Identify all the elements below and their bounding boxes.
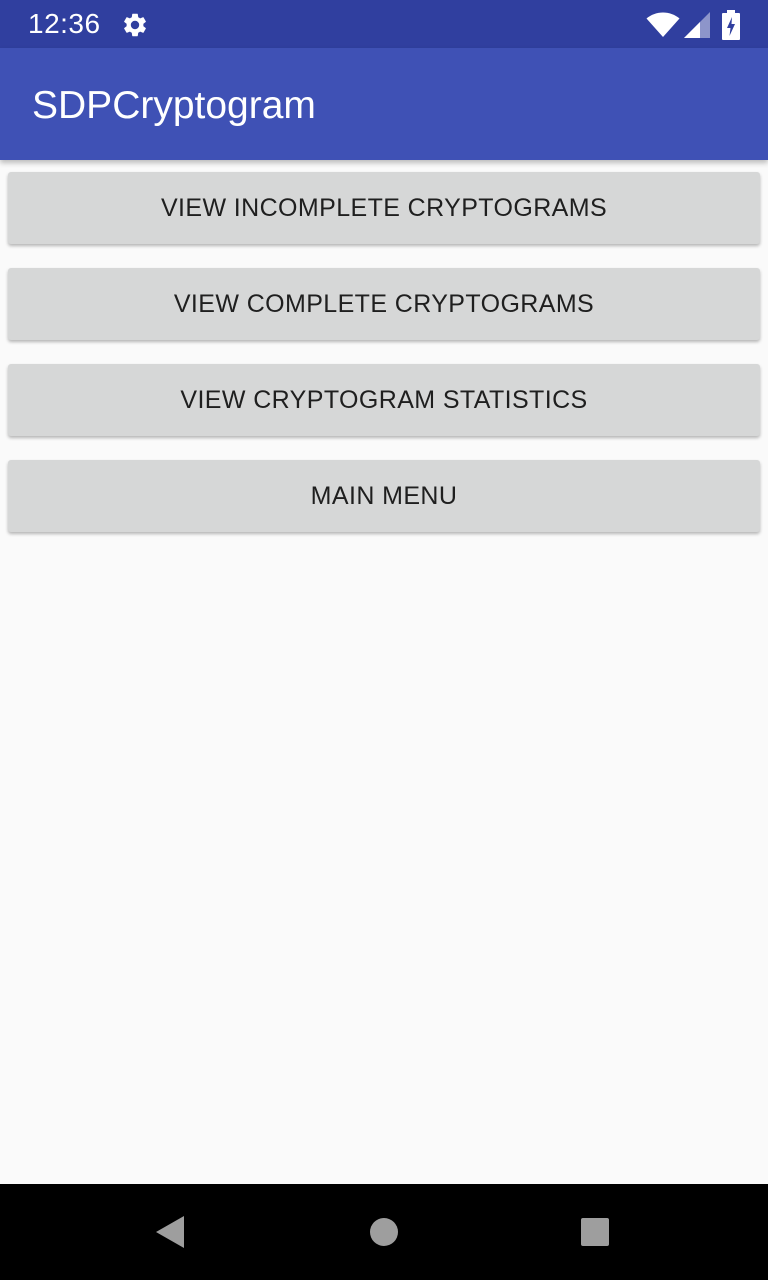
view-cryptogram-statistics-button[interactable]: VIEW CRYPTOGRAM STATISTICS (8, 364, 760, 436)
cellular-signal-icon (684, 12, 710, 38)
back-icon[interactable] (154, 1214, 186, 1250)
status-bar: 12:36 (0, 0, 768, 48)
recents-icon[interactable] (580, 1217, 610, 1247)
home-icon[interactable] (369, 1217, 399, 1247)
gear-icon (124, 13, 146, 37)
app-title: SDPCryptogram (32, 84, 316, 127)
status-time: 12:36 (28, 8, 101, 39)
view-complete-cryptograms-button[interactable]: VIEW COMPLETE CRYPTOGRAMS (8, 268, 760, 340)
view-incomplete-cryptograms-button[interactable]: VIEW INCOMPLETE CRYPTOGRAMS (8, 172, 760, 244)
wifi-icon (646, 12, 680, 37)
app-bar: SDPCryptogram (0, 48, 768, 160)
navigation-bar (0, 1184, 768, 1280)
main-menu-button[interactable]: MAIN MENU (8, 460, 760, 532)
button-list: VIEW INCOMPLETE CRYPTOGRAMS VIEW COMPLET… (8, 172, 760, 556)
battery-charging-icon (722, 10, 740, 40)
